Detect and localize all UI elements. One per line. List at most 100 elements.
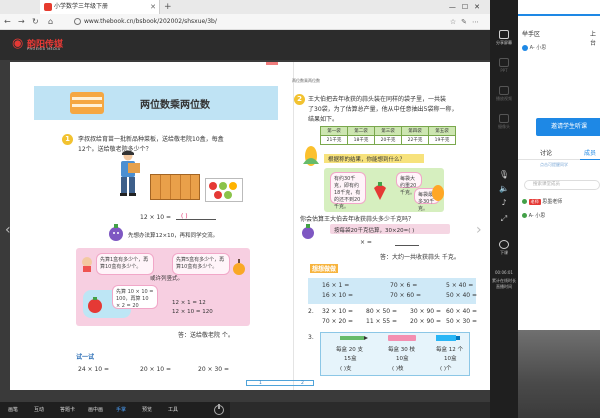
browser-tab[interactable]: 小学数学三年级下册 ✕ — [40, 0, 160, 14]
member-search-input[interactable]: 搜索课堂成员 — [524, 180, 600, 190]
live-timer: 00:06:01 — [495, 270, 513, 275]
tool-preview[interactable]: 预览 — [142, 402, 152, 418]
forward-icon[interactable]: → — [18, 14, 25, 30]
end-class-label: 下课 — [500, 250, 508, 255]
left-page-number[interactable]: 1 — [259, 381, 262, 386]
highlight-question-text: 根据称的结果，你能想到什么？ — [328, 157, 406, 163]
estimate-answer-line[interactable] — [395, 245, 419, 246]
window-controls[interactable]: —☐✕ — [449, 0, 486, 14]
live-timer-label-2: 直播时间 — [496, 284, 512, 289]
practice-3-mid-b: 10盒 — [396, 356, 409, 362]
invite-students-button[interactable]: 邀请学生听课 — [536, 118, 600, 136]
practice-3-mid-a: 15盒 — [344, 356, 357, 362]
member-row[interactable]: 老师 思墨老师 — [522, 198, 562, 205]
practice-1-a: 16 × 1 = — [322, 282, 350, 289]
thinking-bubble-2: 先算5盒有多少个，再算10盒有多少个。 — [172, 253, 230, 275]
url-field[interactable]: www.thebook.cn/bsbook/202002/shsxue/3b/ — [72, 16, 412, 28]
right-page-header: 两位数乘两位数 — [292, 78, 320, 83]
apple-icon — [209, 182, 217, 190]
video-icon — [499, 86, 509, 95]
microphone-icon[interactable]: 🎙 — [490, 170, 518, 179]
browser-toolbar-icons[interactable]: ☆✎⋯ — [450, 14, 484, 30]
url-text: www.thebook.cn/bsbook/202002/shsxue/3b/ — [84, 18, 217, 25]
tool-hand[interactable]: 手掌 — [116, 402, 126, 418]
play-video-label: 播放视频 — [496, 96, 512, 101]
raised-hand-user-name: A- 小思 — [529, 45, 547, 51]
orange-icon — [229, 182, 237, 190]
tool-tools[interactable]: 工具 — [168, 402, 178, 418]
stage-label[interactable]: 上台 — [590, 29, 600, 47]
next-page-arrow-icon[interactable]: › — [476, 222, 482, 238]
page-navigator[interactable]: 1 2 — [246, 380, 314, 386]
camera-icon — [499, 114, 509, 123]
worker-illustration — [120, 150, 140, 196]
refresh-icon[interactable]: ↻ — [32, 14, 39, 30]
viewer-header: ◉ 韵阳传媒 PHOENIX MEDIA — [0, 30, 490, 60]
practice-3-unit-c: ( )个 — [440, 366, 452, 372]
new-tab-icon[interactable]: + — [164, 0, 172, 14]
table-head-cell: 第五袋 — [428, 126, 456, 136]
thinking-bubble-1: 先算1盒有多少个，再算10盒有多少个。 — [96, 253, 154, 275]
question-number-badge: 2 — [294, 94, 305, 105]
tab-discussion[interactable]: 讨论 — [540, 148, 552, 157]
q2-text-line2: 了30袋，为了估算总产量，他从中任意抽出5袋称一称， — [308, 106, 458, 113]
q2-text-line3: 结果如下。 — [308, 116, 339, 123]
table-cell: 20千克 — [374, 135, 402, 145]
try-title: 试一试 — [76, 354, 95, 361]
end-class-button[interactable]: 下课 — [490, 240, 518, 256]
play-video-button[interactable]: 播放视频 — [490, 86, 518, 102]
right-page-number[interactable]: 2 — [301, 381, 304, 386]
page-title: 两位数乘两位数 — [140, 100, 210, 111]
marker-icon — [436, 335, 460, 341]
table-head-cell: 第三袋 — [374, 126, 402, 136]
tab-members[interactable]: 成员 — [584, 148, 596, 157]
share-screen-icon — [499, 30, 509, 39]
ppt-icon — [499, 58, 509, 67]
music-icon[interactable]: ♪ — [490, 198, 518, 207]
camera-button[interactable]: 摄像头 — [490, 114, 518, 130]
close-tab-icon[interactable]: ✕ — [150, 0, 156, 14]
apple-icon — [214, 191, 222, 199]
tool-answer-card[interactable]: 答题卡 — [60, 402, 75, 418]
phoenix-logo-icon: ◉ — [12, 36, 24, 51]
back-icon[interactable]: ← — [4, 14, 11, 30]
practice-3-number: 3. — [308, 334, 314, 341]
eraser-icon — [388, 335, 416, 341]
member-name: 思墨老师 — [542, 199, 563, 205]
estimate-hint: 按每袋20千克估算，30×20=( ) — [334, 228, 415, 234]
online-status-icon — [522, 213, 527, 218]
pepper-mascot-icon — [432, 185, 444, 201]
home-icon[interactable]: ⌂ — [48, 14, 53, 30]
fullscreen-icon[interactable]: ⤢ — [490, 214, 518, 224]
ppt-button[interactable]: PPT — [490, 58, 518, 73]
table-cell: 21千克 — [320, 135, 348, 145]
practice-2-b: 80 × 50 = — [366, 308, 398, 315]
estimate-equation: × = — [360, 239, 372, 246]
practice-1-e: 70 × 60 = — [390, 292, 422, 299]
raise-hand-area-title: 举手区 — [522, 31, 541, 38]
estimate-question: 你会估算王大伯去年收获蒜头多少千克吗？ — [300, 216, 415, 223]
boy-mascot-icon — [82, 257, 92, 272]
practice-3-head-b: 每盒 30 枝 — [388, 347, 415, 353]
pear-icon — [219, 182, 227, 190]
table-head-cell: 第二袋 — [347, 126, 375, 136]
table-cell: 19千克 — [428, 135, 456, 145]
viewer-toolbar: 画笔 互动 答题卡 画中画 手掌 预览 工具 — [0, 402, 230, 418]
share-screen-button[interactable]: 分享屏幕 — [490, 30, 518, 46]
speaker-icon[interactable]: 🔈 — [490, 184, 518, 193]
site-info-icon[interactable] — [74, 18, 81, 25]
power-icon[interactable] — [214, 404, 224, 415]
tool-interact[interactable]: 互动 — [34, 402, 44, 418]
member-row[interactable]: A- 小思 — [522, 212, 545, 219]
tomato-mascot-icon — [88, 297, 102, 313]
tool-picture-in-picture[interactable]: 画中画 — [88, 402, 103, 418]
share-screen-label: 分享屏幕 — [496, 40, 512, 45]
raised-hand-user[interactable]: A- 小思 — [522, 44, 546, 51]
tool-pen[interactable]: 画笔 — [8, 402, 18, 418]
thinking-note: 或许列竖式。 — [150, 276, 184, 282]
previous-page-arrow-icon[interactable]: ‹ — [5, 222, 11, 238]
q1-text-line1: 李叔叔给育苗一批新品种菜板，送给敬老院10盒，每盒 — [78, 136, 224, 143]
practice-3-head-a: 每盒 20 支 — [336, 347, 363, 353]
table-cell: 22千克 — [401, 135, 429, 145]
table-cell: 18千克 — [347, 135, 375, 145]
